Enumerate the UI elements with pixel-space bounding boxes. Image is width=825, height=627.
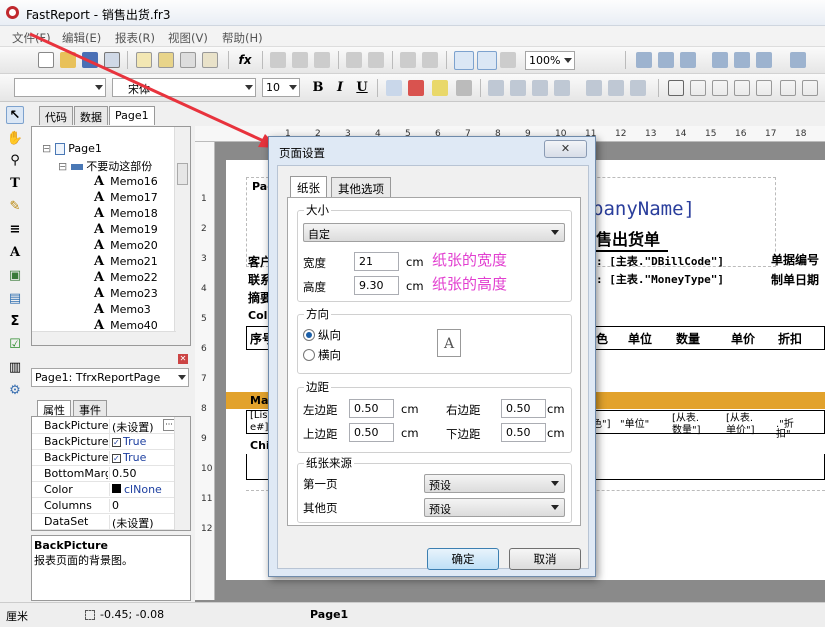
left-margin-unit: cm [401,402,419,416]
height-annotation: 纸张的高度 [432,275,508,293]
dialog-body: 纸张 其他选项 大小 自定 宽度 21 cm 纸张的宽度 高度 9.30 cm … [277,165,589,570]
left-margin-input[interactable]: 0.50 [349,399,394,418]
first-page-dropdown[interactable]: 预设 [424,474,565,493]
tab-other-options[interactable]: 其他选项 [331,177,391,197]
paper-source-group: 纸张来源 第一页 预设 其他页 预设 [297,455,572,523]
ok-button[interactable]: 确定 [427,548,499,570]
page-setup-dialog: 页面设置 ✕ 纸张 其他选项 大小 自定 宽度 21 cm 纸张的宽度 高度 9… [268,136,596,577]
size-group: 大小 自定 宽度 21 cm 纸张的宽度 高度 9.30 cm 纸张的高度 [297,202,572,302]
first-page-value: 预设 [429,479,451,492]
width-annotation: 纸张的宽度 [432,251,508,269]
height-label: 高度 [303,280,326,294]
orientation-preview-icon: A [437,329,461,357]
right-margin-input[interactable]: 0.50 [501,399,546,418]
landscape-label[interactable]: 横向 [318,347,341,363]
right-margin-unit: cm [547,402,565,416]
bottom-margin-unit: cm [547,426,565,440]
bottom-margin-input[interactable]: 0.50 [501,423,546,442]
tab-paper[interactable]: 纸张 [290,176,327,198]
height-input[interactable]: 9.30 [354,276,399,295]
other-pages-value: 预设 [429,503,451,516]
right-margin-label: 右边距 [446,403,481,417]
paper-source-group-label: 纸张来源 [304,455,354,471]
height-unit: cm [406,279,424,293]
width-input[interactable]: 21 [354,252,399,271]
margins-group-label: 边距 [304,379,331,395]
landscape-radio[interactable] [303,349,315,361]
top-margin-input[interactable]: 0.50 [349,423,394,442]
width-unit: cm [406,255,424,269]
width-label: 宽度 [303,256,326,270]
other-pages-dropdown[interactable]: 预设 [424,498,565,517]
size-group-label: 大小 [304,202,331,218]
dialog-title: 页面设置 [279,146,325,160]
paper-tab-panel: 大小 自定 宽度 21 cm 纸张的宽度 高度 9.30 cm 纸张的高度 方向… [287,197,581,526]
orientation-group: 方向 纵向 横向 A [297,306,572,374]
left-margin-label: 左边距 [303,403,338,417]
portrait-label[interactable]: 纵向 [318,327,341,343]
paper-size-value: 自定 [308,228,330,241]
bottom-margin-label: 下边距 [446,427,481,441]
dialog-close-button[interactable]: ✕ [544,140,587,158]
margins-group: 边距 左边距 0.50 cm 右边距 0.50 cm 上边距 0.50 cm 下… [297,379,572,453]
portrait-radio[interactable] [303,329,315,341]
other-pages-label: 其他页 [303,501,338,515]
top-margin-unit: cm [401,426,419,440]
paper-size-dropdown[interactable]: 自定 [303,223,565,242]
top-margin-label: 上边距 [303,427,338,441]
orientation-group-label: 方向 [304,306,331,322]
first-page-label: 第一页 [303,477,338,491]
cancel-button[interactable]: 取消 [509,548,581,570]
